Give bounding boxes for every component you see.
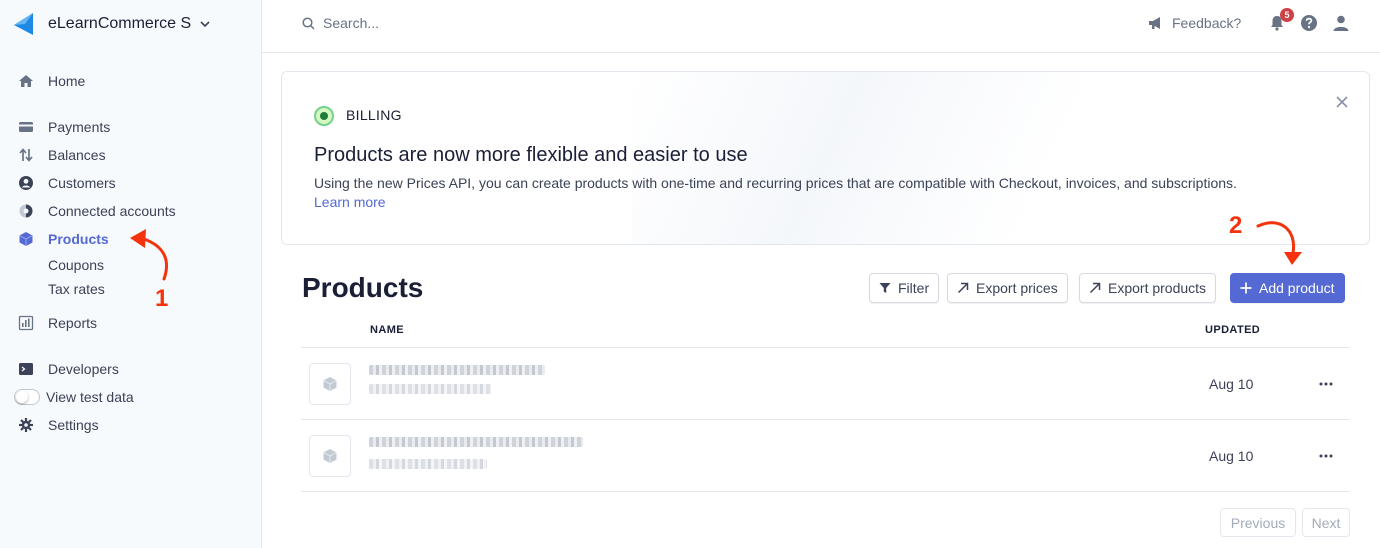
filter-label: Filter	[898, 280, 930, 296]
gear-icon	[18, 417, 34, 433]
banner-title: Products are now more flexible and easie…	[314, 144, 748, 166]
more-options-icon[interactable]	[1316, 374, 1336, 394]
sidebar-item-label: Customers	[48, 175, 116, 191]
sidebar-item-developers[interactable]: Developers	[18, 359, 119, 379]
sidebar-item-label: Developers	[48, 361, 119, 377]
sidebar-item-label: Payments	[48, 119, 111, 135]
search-icon	[302, 16, 315, 30]
export-products-label: Export products	[1108, 280, 1207, 296]
redacted-product-name	[369, 437, 583, 447]
annotation-step-2: 2	[1229, 212, 1243, 239]
banner-description: Using the new Prices API, you can create…	[314, 175, 1237, 191]
connected-accounts-icon	[18, 203, 34, 219]
arrow-up-right-icon	[1089, 282, 1101, 294]
sidebar-subitem-tax-rates[interactable]: Tax rates	[48, 281, 105, 297]
sidebar-item-settings[interactable]: Settings	[18, 415, 99, 435]
account-switcher[interactable]: eLearnCommerce S	[12, 10, 211, 38]
search-placeholder: Search...	[323, 15, 380, 31]
test-data-toggle[interactable]	[14, 389, 40, 405]
banner-label: BILLING	[346, 107, 402, 123]
megaphone-icon	[1149, 17, 1160, 29]
balances-icon	[18, 147, 34, 163]
sidebar-item-label: Balances	[48, 147, 106, 163]
user-icon[interactable]	[1332, 14, 1350, 32]
filter-icon	[879, 283, 891, 293]
sidebar-item-home[interactable]: Home	[18, 71, 85, 91]
add-product-button[interactable]: Add product	[1230, 273, 1345, 303]
close-icon[interactable]	[1335, 95, 1349, 109]
sidebar-item-balances[interactable]: Balances	[18, 145, 106, 165]
learn-more-link[interactable]: Learn more	[314, 194, 386, 210]
sidebar-item-reports[interactable]: Reports	[18, 313, 97, 333]
help-icon[interactable]	[1300, 14, 1318, 32]
product-placeholder-icon	[323, 377, 337, 391]
feedback-label: Feedback?	[1172, 15, 1242, 31]
redacted-product-name	[369, 365, 545, 375]
logo-icon	[14, 13, 33, 35]
billing-banner: BILLING Products are now more flexible a…	[281, 71, 1370, 245]
sidebar: eLearnCommerce S Home Payments Balances …	[0, 0, 262, 548]
account-name: eLearnCommerce S	[48, 15, 192, 32]
product-thumbnail	[309, 435, 351, 477]
annotation-step-1: 1	[155, 285, 169, 312]
redacted-product-description	[369, 459, 487, 469]
feedback-button[interactable]: Feedback?	[1148, 15, 1241, 31]
notification-badge: 5	[1280, 8, 1294, 22]
column-header-updated[interactable]: UPDATED	[1205, 324, 1260, 336]
row-updated-date: Aug 10	[1209, 448, 1254, 464]
sidebar-item-label: Home	[48, 73, 86, 89]
terminal-icon	[18, 361, 34, 377]
add-product-label: Add product	[1259, 280, 1335, 296]
redacted-product-description	[369, 384, 491, 394]
column-header-name[interactable]: NAME	[370, 324, 404, 336]
search-input[interactable]: Search...	[302, 15, 379, 31]
table-row[interactable]: Aug 10	[301, 347, 1350, 419]
sidebar-item-label: Connected accounts	[48, 203, 176, 219]
sidebar-item-label: Products	[48, 231, 109, 247]
pagination-next-button[interactable]: Next	[1302, 508, 1350, 537]
customers-icon	[18, 175, 34, 191]
topbar: Search... Feedback? 5	[262, 0, 1380, 53]
home-icon	[18, 73, 34, 89]
reports-icon	[18, 315, 34, 331]
product-placeholder-icon	[323, 449, 337, 463]
annotation-arrowhead-2	[1284, 252, 1302, 265]
table-divider	[301, 491, 1350, 492]
sidebar-item-label: Reports	[48, 315, 98, 331]
chevron-down-icon	[200, 21, 210, 28]
export-products-button[interactable]: Export products	[1079, 273, 1217, 303]
products-icon	[18, 231, 34, 247]
sidebar-item-payments[interactable]: Payments	[18, 117, 110, 137]
sidebar-item-products[interactable]: Products	[18, 229, 109, 249]
product-thumbnail	[309, 363, 351, 405]
table-row[interactable]: Aug 10	[301, 419, 1350, 491]
sidebar-item-view-test-data[interactable]: View test data	[14, 387, 134, 407]
sidebar-item-label: Settings	[48, 417, 99, 433]
filter-button[interactable]: Filter	[869, 273, 940, 303]
more-options-icon[interactable]	[1316, 446, 1336, 466]
plus-icon	[1240, 282, 1252, 294]
pagination-previous-button[interactable]: Previous	[1220, 508, 1296, 537]
sidebar-item-customers[interactable]: Customers	[18, 173, 116, 193]
export-prices-button[interactable]: Export prices	[947, 273, 1068, 303]
export-prices-label: Export prices	[976, 280, 1058, 296]
row-updated-date: Aug 10	[1209, 376, 1254, 392]
sidebar-item-label: View test data	[46, 389, 134, 405]
sidebar-subitem-coupons[interactable]: Coupons	[48, 257, 104, 273]
sidebar-item-connected-accounts[interactable]: Connected accounts	[18, 201, 176, 221]
billing-status-icon	[314, 106, 334, 126]
payments-icon	[18, 119, 34, 135]
arrow-up-right-icon	[957, 282, 969, 294]
page-title: Products	[302, 272, 424, 303]
